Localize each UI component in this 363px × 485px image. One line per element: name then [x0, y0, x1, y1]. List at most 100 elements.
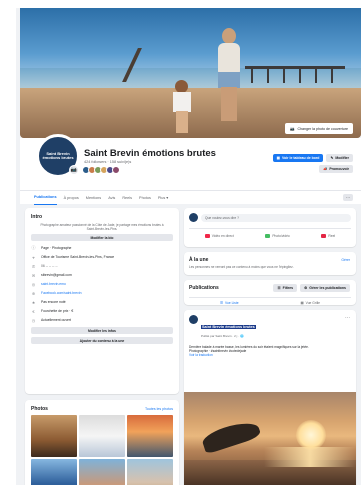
photo-sphere-beach[interactable]	[31, 459, 77, 485]
photo-people-beach[interactable]	[79, 459, 125, 485]
intro-row-text[interactable]: Facebook.com/saint.brevin	[41, 291, 82, 295]
intro-description: Photographe amateur passionné de la Côte…	[40, 223, 164, 231]
tab-item[interactable]: Plus ▾	[158, 191, 168, 205]
featured-subtitle: Les personnes ne verront pas ce contenu …	[189, 265, 294, 269]
photos-card: Photos Toutes les photos	[25, 400, 179, 485]
tabs-more-button[interactable]: ···	[343, 194, 353, 201]
rating-icon: ★	[31, 299, 36, 305]
camera-icon[interactable]: 📷	[69, 165, 79, 175]
photo-ocean-dusk[interactable]	[127, 415, 173, 457]
post-author[interactable]: Saint Brevin émotions brutes	[201, 325, 256, 329]
reel-button[interactable]: Reel	[321, 234, 335, 238]
page-stats[interactable]: 424 followers · 158 suivi(e)s	[84, 160, 131, 164]
phone-icon: ✆	[31, 263, 36, 269]
composer-input[interactable]: Que voulez-vous dire ?	[201, 213, 351, 222]
intro-row-text: stbrevin@gmail.com	[41, 273, 72, 277]
cover-pier	[245, 66, 345, 83]
photo-sunset-rocks[interactable]	[31, 415, 77, 457]
chart-icon: ▦	[276, 156, 280, 160]
intro-row[interactable]: ⊕ Facebook.com/saint.brevin	[31, 290, 173, 296]
intro-row: ⓘ Page · Photographe	[31, 245, 173, 250]
cover-person-adult	[212, 28, 246, 123]
photo-video-button[interactable]: Photo/vidéo	[265, 234, 290, 238]
post-author-avatar[interactable]	[189, 315, 198, 324]
dashboard-label: Voir le tableau de bord	[281, 156, 320, 160]
post-composer: Que voulez-vous dire ? Vidéo en direct Ph…	[184, 208, 356, 247]
price-icon: €	[32, 308, 35, 314]
manage-posts-button[interactable]: ⚙ Gérer les publications	[300, 284, 350, 292]
composer-avatar	[189, 213, 198, 222]
edit-page-label: Modifier	[335, 156, 349, 160]
grid-icon: ▦	[300, 300, 304, 305]
intro-row-text: Page · Photographe	[41, 246, 72, 250]
intro-row-text: Office de Tourisme Saint-Brevin-les-Pins…	[41, 255, 115, 259]
intro-row-text: Pas encore noté	[41, 300, 66, 304]
cover-photo: 📷 Changer la photo de couverture	[20, 8, 361, 138]
see-translation-link[interactable]: Voir la traduction	[189, 353, 351, 357]
filters-label: Filtres	[282, 286, 294, 290]
image-driftwood-silhouette	[200, 417, 262, 455]
featured-title: À la une	[189, 257, 209, 263]
photo-children-shore[interactable]	[127, 459, 173, 485]
add-featured-button[interactable]: Ajouter du contenu à la une	[31, 337, 173, 344]
tab-item[interactable]: Reels	[122, 191, 132, 205]
pencil-icon: ✎	[330, 156, 334, 160]
dashboard-button[interactable]: ▦ Voir le tableau de bord	[272, 154, 324, 162]
post-more-button[interactable]: ···	[345, 315, 350, 321]
publications-card: Publications ☰ Filtres ⚙ Gérer les publi…	[184, 280, 356, 305]
clock-icon: ◷	[31, 317, 36, 323]
edit-details-button[interactable]: Modifier les infos	[31, 327, 173, 334]
grid-view-tab[interactable]: ▦ Vue Grille	[301, 300, 320, 305]
view-tabs: ☰ Vue Liste ▦ Vue Grille	[189, 297, 351, 305]
live-video-button[interactable]: Vidéo en direct	[204, 234, 234, 238]
intro-row: ◷ Actuellement ouvert	[31, 317, 173, 323]
follower-avatars[interactable]	[82, 166, 120, 174]
website-icon: ⊕	[31, 290, 36, 296]
edit-cover-label: Changer la photo de couverture	[297, 126, 348, 131]
photo-phone-screen[interactable]	[79, 415, 125, 457]
reel-label: Reel	[328, 234, 336, 238]
tab-item[interactable]: Avis	[108, 191, 115, 205]
manage-featured-link[interactable]: Gérer	[341, 258, 350, 262]
tab-item[interactable]: Publications	[34, 191, 57, 205]
intro-row: € Fourchette de prix · €	[31, 308, 173, 314]
image-sun	[296, 420, 326, 450]
avatar-logo-text: Saint Brevin émotions brutes	[42, 150, 74, 160]
page-header: Saint Brevin émotions brutes 📷 Saint Bre…	[20, 134, 361, 190]
page-avatar[interactable]: Saint Brevin émotions brutes 📷	[36, 134, 80, 178]
intro-title: Intro	[31, 214, 43, 220]
intro-row-text: Actuellement ouvert	[41, 318, 71, 322]
tab-item[interactable]: Mentions	[86, 191, 101, 205]
see-all-photos-link[interactable]: Toutes les photos	[145, 407, 173, 411]
email-icon: ✉	[31, 272, 36, 278]
intro-row[interactable]: ◎ saint.brevin.emo	[31, 281, 173, 287]
intro-row-text[interactable]: saint.brevin.emo	[41, 282, 66, 286]
post-text: Dernière balade à marée basse, les lumiè…	[189, 345, 351, 358]
edit-page-button[interactable]: ✎ Modifier	[326, 154, 353, 162]
edit-bio-button[interactable]: Modifier la bio	[31, 234, 173, 241]
live-video-icon	[204, 234, 210, 238]
intro-row-text: Fourchette de prix · €	[41, 309, 74, 313]
list-view-tab[interactable]: ☰ Vue Liste	[220, 300, 239, 305]
list-icon: ☰	[219, 300, 223, 305]
list-view-label: Vue Liste	[224, 300, 239, 305]
post-image[interactable]	[184, 392, 356, 485]
filters-button[interactable]: ☰ Filtres	[273, 284, 298, 292]
tab-item[interactable]: Photos	[139, 191, 151, 205]
edit-cover-button[interactable]: 📷 Changer la photo de couverture	[284, 123, 353, 134]
promote-label: Promouvoir	[329, 167, 349, 171]
promote-button[interactable]: 📣 Promouvoir	[318, 165, 353, 173]
header-actions: ▦ Voir le tableau de bord ✎ Modifier	[272, 154, 353, 162]
follower-avatar[interactable]	[112, 166, 120, 174]
intro-row: ★ Pas encore noté	[31, 299, 173, 305]
reel-icon	[321, 234, 327, 238]
intro-row: ✉ stbrevin@gmail.com	[31, 272, 173, 278]
info-icon: ⓘ	[31, 245, 36, 250]
gear-icon: ⚙	[304, 286, 308, 290]
facebook-page: 📷 Changer la photo de couverture Saint B…	[16, 8, 361, 485]
intro-row: ⌖ Office de Tourisme Saint-Brevin-les-Pin…	[31, 255, 173, 260]
instagram-icon: ◎	[31, 281, 36, 287]
intro-card: Intro Photographe amateur passionné de l…	[25, 208, 179, 394]
tab-item[interactable]: À propos	[64, 191, 79, 205]
post-meta: Publié par Saint Brevin · 2 j · 🌐	[201, 334, 244, 338]
